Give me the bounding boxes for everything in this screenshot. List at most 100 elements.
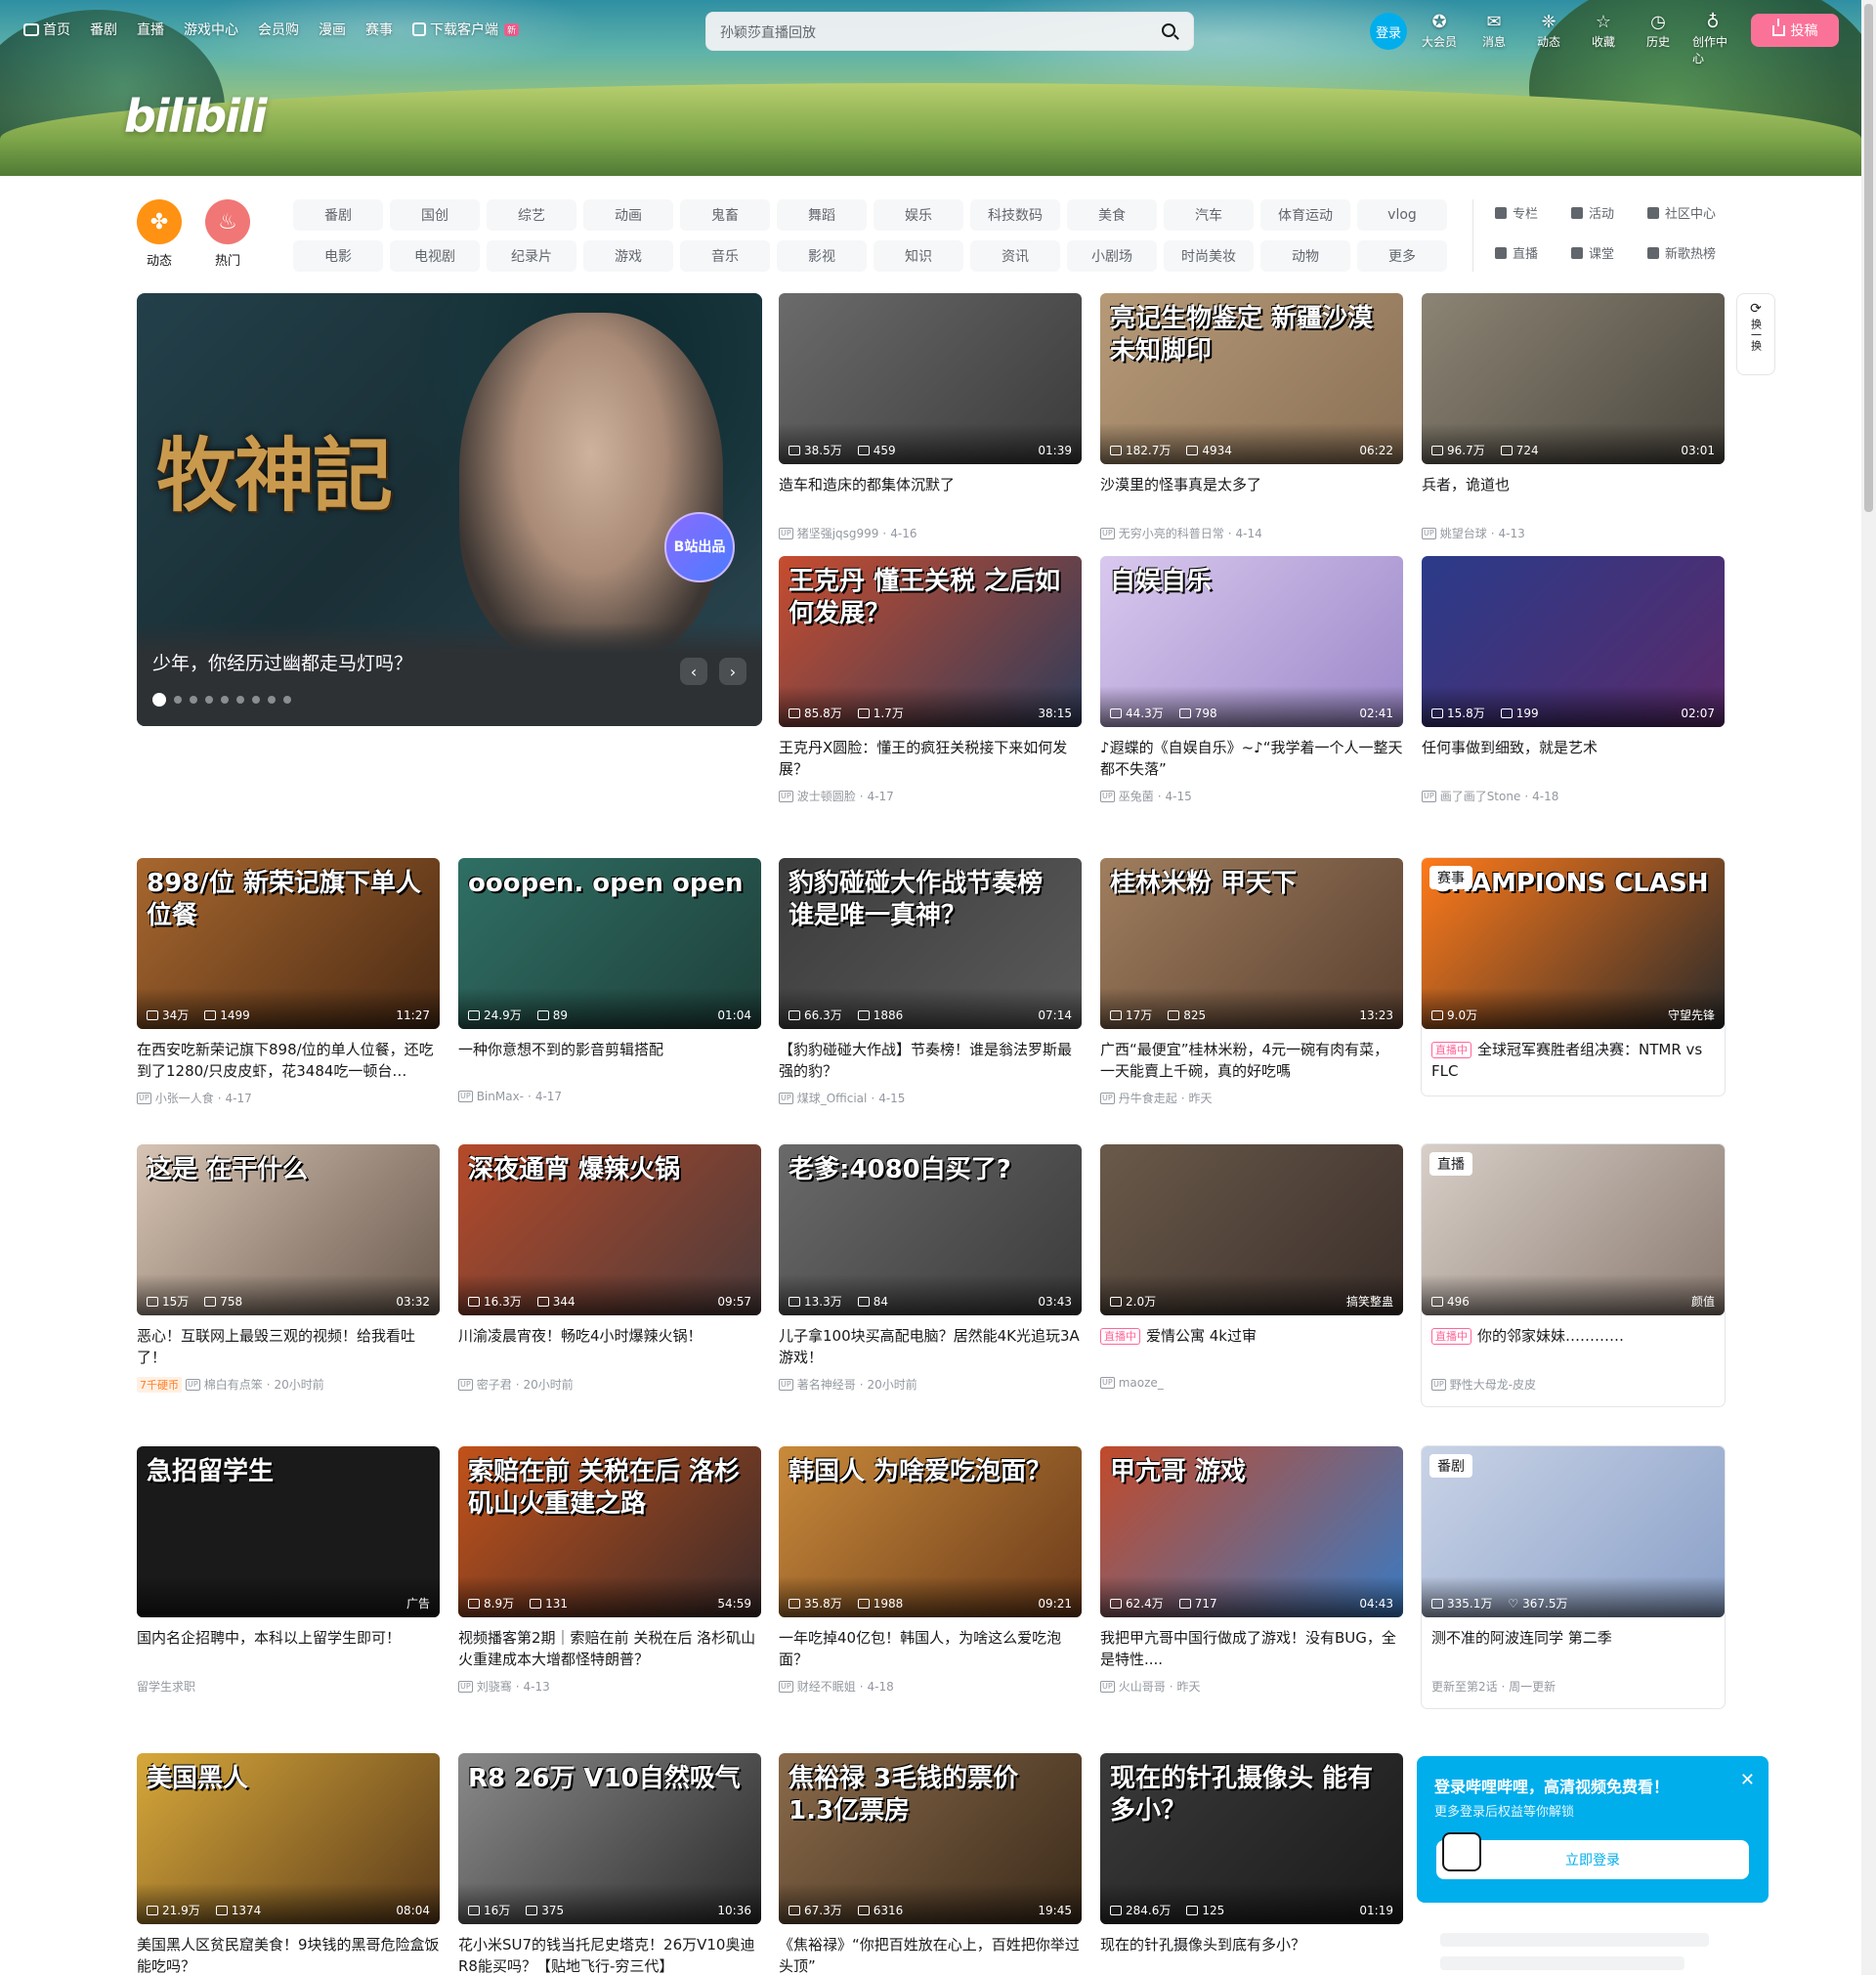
nav-home[interactable]: 首页 bbox=[23, 20, 70, 39]
video-thumbnail[interactable]: 甲亢哥 游戏 62.4万 717 04:43 bbox=[1100, 1446, 1403, 1617]
video-card[interactable]: 这是 在干什么 15万 758 03:32 恶心！互联网上最毁三观的视频！给我看吐了… bbox=[137, 1144, 440, 1393]
video-title[interactable]: 儿子拿100块买高配电脑？居然能4K光追玩3A游戏！ bbox=[779, 1325, 1082, 1368]
author-name[interactable]: 波士顿圆脸 bbox=[797, 788, 856, 804]
author-name[interactable]: 棉白有点笨 bbox=[204, 1376, 263, 1393]
video-thumbnail[interactable]: 亮记生物鉴定 新疆沙漠 未知脚印 182.7万 4934 06:22 bbox=[1100, 293, 1403, 464]
nav-creator-center[interactable]: ♁ 创作中心 bbox=[1692, 12, 1733, 66]
video-card[interactable]: 桂林米粉 甲天下 17万 825 13:23 广西“最便宜”桂林米粉，4元一碗有肉有… bbox=[1100, 858, 1403, 1106]
video-title[interactable]: 一种你意想不到的影音剪辑搭配 bbox=[458, 1039, 761, 1082]
video-thumbnail[interactable]: 直播 496 颜值 bbox=[1422, 1144, 1725, 1315]
channel-tag[interactable]: 体育运动 bbox=[1260, 199, 1350, 231]
carousel-next-button[interactable]: › bbox=[719, 658, 746, 685]
channel-tag[interactable]: 影视 bbox=[777, 240, 867, 272]
author-name[interactable]: 丹牛食走起 bbox=[1119, 1090, 1177, 1106]
channel-tag[interactable]: 汽车 bbox=[1164, 199, 1254, 231]
nav-dynamic[interactable]: ❈ 动态 bbox=[1528, 12, 1569, 66]
video-title[interactable]: 直播中 你的邻家妹妹………… bbox=[1422, 1325, 1725, 1368]
channel-hot[interactable]: ♨ 热门 bbox=[205, 199, 250, 269]
video-thumbnail[interactable]: 美国黑人 21.9万 1374 08:04 bbox=[137, 1753, 440, 1924]
video-title[interactable]: 国内名企招聘中，本科以上留学生即可！ bbox=[137, 1627, 440, 1670]
channel-tag[interactable]: 科技数码 bbox=[970, 199, 1060, 231]
video-card[interactable]: 自娱自乐 44.3万 798 02:41 ♪遐蝶的《自娱自乐》~♪“我学着一个人一整… bbox=[1100, 556, 1403, 804]
carousel-dot[interactable] bbox=[252, 696, 260, 704]
video-thumbnail[interactable]: 这是 在干什么 15万 758 03:32 bbox=[137, 1144, 440, 1315]
channel-tag[interactable]: 番剧 bbox=[293, 199, 383, 231]
video-card[interactable]: 2.0万 搞笑整蛊 直播中 爱情公寓 4k过审 UP maoze_ bbox=[1100, 1144, 1403, 1390]
search-button[interactable] bbox=[1158, 21, 1181, 44]
video-card[interactable]: R8 26万 V10自然吸气 16万 375 10:36 花小米SU7的钱当托尼史塔… bbox=[458, 1753, 761, 1975]
video-thumbnail[interactable]: 老爹:4080白买了? 13.3万 84 03:43 bbox=[779, 1144, 1082, 1315]
channel-tag[interactable]: 动画 bbox=[583, 199, 673, 231]
search-input[interactable] bbox=[720, 21, 1130, 44]
channel-tag[interactable]: 娱乐 bbox=[874, 199, 963, 231]
scrollbar-thumb[interactable] bbox=[1864, 4, 1873, 512]
channel-tag[interactable]: 纪录片 bbox=[487, 240, 576, 272]
video-title[interactable]: 【豹豹碰碰大作战】节奏榜！谁是翁法罗斯最强的豹？ bbox=[779, 1039, 1082, 1082]
carousel-dot[interactable] bbox=[152, 693, 166, 707]
channel-activity[interactable]: 活动 bbox=[1571, 203, 1647, 222]
page-scrollbar[interactable] bbox=[1861, 0, 1876, 1975]
channel-tag[interactable]: 动物 bbox=[1260, 240, 1350, 272]
carousel-dot[interactable] bbox=[174, 696, 182, 704]
video-card[interactable]: 38.5万 459 01:39 造车和造床的都集体沉默了 UP 猪坚强jqsg999 ·… bbox=[779, 293, 1082, 541]
video-thumbnail[interactable]: 深夜通宵 爆辣火锅 16.3万 344 09:57 bbox=[458, 1144, 761, 1315]
channel-tag[interactable]: 电影 bbox=[293, 240, 383, 272]
author-name[interactable]: 猪坚强jqsg999 bbox=[797, 525, 879, 541]
video-card[interactable]: 焦裕禄 3毛钱的票价 1.3亿票房 67.3万 6316 19:45 《焦裕禄》“你… bbox=[779, 1753, 1082, 1975]
video-thumbnail[interactable]: 桂林米粉 甲天下 17万 825 13:23 bbox=[1100, 858, 1403, 1029]
video-title[interactable]: 《焦裕禄》“你把百姓放在心上，百姓把你举过头顶” bbox=[779, 1934, 1082, 1975]
video-title[interactable]: 王克丹X圆脸：懂王的疯狂关税接下来如何发展？ bbox=[779, 737, 1082, 780]
nav-history[interactable]: ◷ 历史 bbox=[1638, 12, 1679, 66]
more-channels-button[interactable]: 更多 bbox=[1357, 240, 1447, 272]
nav-vip[interactable]: ✪ 大会员 bbox=[1419, 12, 1460, 66]
video-card[interactable]: 直播 496 颜值 直播中 你的邻家妹妹………… UP 野性大母龙-皮皮 bbox=[1422, 1144, 1725, 1406]
video-title[interactable]: 在西安吃新荣记旗下898/位的单人位餐，还吃到了1280/只皮皮虾，花3484吃… bbox=[137, 1039, 440, 1082]
video-title[interactable]: 视频播客第2期｜索赔在前 关税在后 洛杉矶山火重建成本大增都怪特朗普？ bbox=[458, 1627, 761, 1670]
video-title[interactable]: 沙漠里的怪事真是太多了 bbox=[1100, 474, 1403, 517]
login-now-button[interactable]: 立即登录 bbox=[1436, 1840, 1749, 1879]
video-card[interactable]: 急招留学生 广告 国内名企招聘中，本科以上留学生即可！ 留学生求职 bbox=[137, 1446, 440, 1695]
channel-tag[interactable]: 资讯 bbox=[970, 240, 1060, 272]
author-name[interactable]: 野性大母龙-皮皮 bbox=[1450, 1376, 1536, 1393]
refresh-button[interactable]: ⟳ 换一换 bbox=[1736, 293, 1775, 375]
video-thumbnail[interactable]: 韩国人 为啥爱吃泡面？ 35.8万 1988 09:21 bbox=[779, 1446, 1082, 1617]
video-card[interactable]: 韩国人 为啥爱吃泡面？ 35.8万 1988 09:21 一年吃掉40亿包！韩国人，… bbox=[779, 1446, 1082, 1695]
video-card[interactable]: 898/位 新荣记旗下单人位餐 34万 1499 11:27 在西安吃新荣记旗下89… bbox=[137, 858, 440, 1106]
channel-tag[interactable]: 电视剧 bbox=[390, 240, 480, 272]
channel-live[interactable]: 直播 bbox=[1495, 243, 1571, 262]
video-title[interactable]: 花小米SU7的钱当托尼史塔克！26万V10奥迪R8能买吗？【贴地飞行-穷三代】 bbox=[458, 1934, 761, 1975]
video-title[interactable]: 测不准的阿波连同学 第二季 bbox=[1422, 1627, 1725, 1670]
author-name[interactable]: 无穷小亮的科普日常 bbox=[1119, 525, 1224, 541]
author-name[interactable]: 更新至第2话 · 周一更新 bbox=[1431, 1678, 1556, 1695]
video-card[interactable]: 豹豹碰碰大作战节奏榜 谁是唯一真神？ 66.3万 1886 07:14 【豹豹碰碰大… bbox=[779, 858, 1082, 1106]
carousel-dot[interactable] bbox=[221, 696, 229, 704]
author-name[interactable]: 留学生求职 bbox=[137, 1678, 195, 1695]
nav-bangumi[interactable]: 番剧 bbox=[90, 20, 117, 39]
video-title[interactable]: 美国黑人区贫民窟美食！9块钱的黑哥危险盒饭能吃吗？ bbox=[137, 1934, 440, 1975]
carousel-dot[interactable] bbox=[205, 696, 213, 704]
video-thumbnail[interactable]: R8 26万 V10自然吸气 16万 375 10:36 bbox=[458, 1753, 761, 1924]
video-title[interactable]: 直播中 爱情公寓 4k过审 bbox=[1100, 1325, 1403, 1368]
video-card[interactable]: 96.7万 724 03:01 兵者，诡道也 UP 姚望台球 · 4-13 bbox=[1422, 293, 1725, 541]
author-name[interactable]: 刘骁骞 bbox=[477, 1678, 512, 1695]
video-thumbnail[interactable]: CHAMPIONS CLASH 赛事 9.0万 守望先锋 bbox=[1422, 858, 1725, 1029]
video-card[interactable]: ooopen. open open 24.9万 89 01:04 一种你意想不到的影… bbox=[458, 858, 761, 1103]
carousel-title[interactable]: 少年，你经历过幽都走马灯吗？ bbox=[152, 649, 412, 675]
video-card[interactable]: 老爹:4080白买了? 13.3万 84 03:43 儿子拿100块买高配电脑？居然… bbox=[779, 1144, 1082, 1393]
video-thumbnail[interactable]: 焦裕禄 3毛钱的票价 1.3亿票房 67.3万 6316 19:45 bbox=[779, 1753, 1082, 1924]
author-name[interactable]: 火山哥哥 bbox=[1119, 1678, 1166, 1695]
channel-tag[interactable]: 综艺 bbox=[487, 199, 576, 231]
video-card[interactable]: 15.8万 199 02:07 任何事做到细致，就是艺术 UP 画了画了Stone · 4… bbox=[1422, 556, 1725, 804]
video-card[interactable]: 亮记生物鉴定 新疆沙漠 未知脚印 182.7万 4934 06:22 沙漠里的怪事真… bbox=[1100, 293, 1403, 541]
channel-classroom[interactable]: 课堂 bbox=[1571, 243, 1647, 262]
author-name[interactable]: 姚望台球 bbox=[1440, 525, 1487, 541]
login-avatar-button[interactable]: 登录 bbox=[1370, 13, 1407, 50]
video-title[interactable]: 直播中 全球冠军赛胜者组决赛：NTMR vs FLC bbox=[1422, 1039, 1725, 1082]
video-thumbnail[interactable]: 豹豹碰碰大作战节奏榜 谁是唯一真神？ 66.3万 1886 07:14 bbox=[779, 858, 1082, 1029]
nav-esports[interactable]: 赛事 bbox=[365, 20, 393, 39]
channel-tag[interactable]: 鬼畜 bbox=[680, 199, 770, 231]
video-thumbnail[interactable]: 15.8万 199 02:07 bbox=[1422, 556, 1725, 727]
bilibili-logo[interactable]: bilibili bbox=[124, 90, 267, 143]
nav-messages[interactable]: ✉ 消息 bbox=[1473, 12, 1514, 66]
carousel-dot[interactable] bbox=[268, 696, 276, 704]
